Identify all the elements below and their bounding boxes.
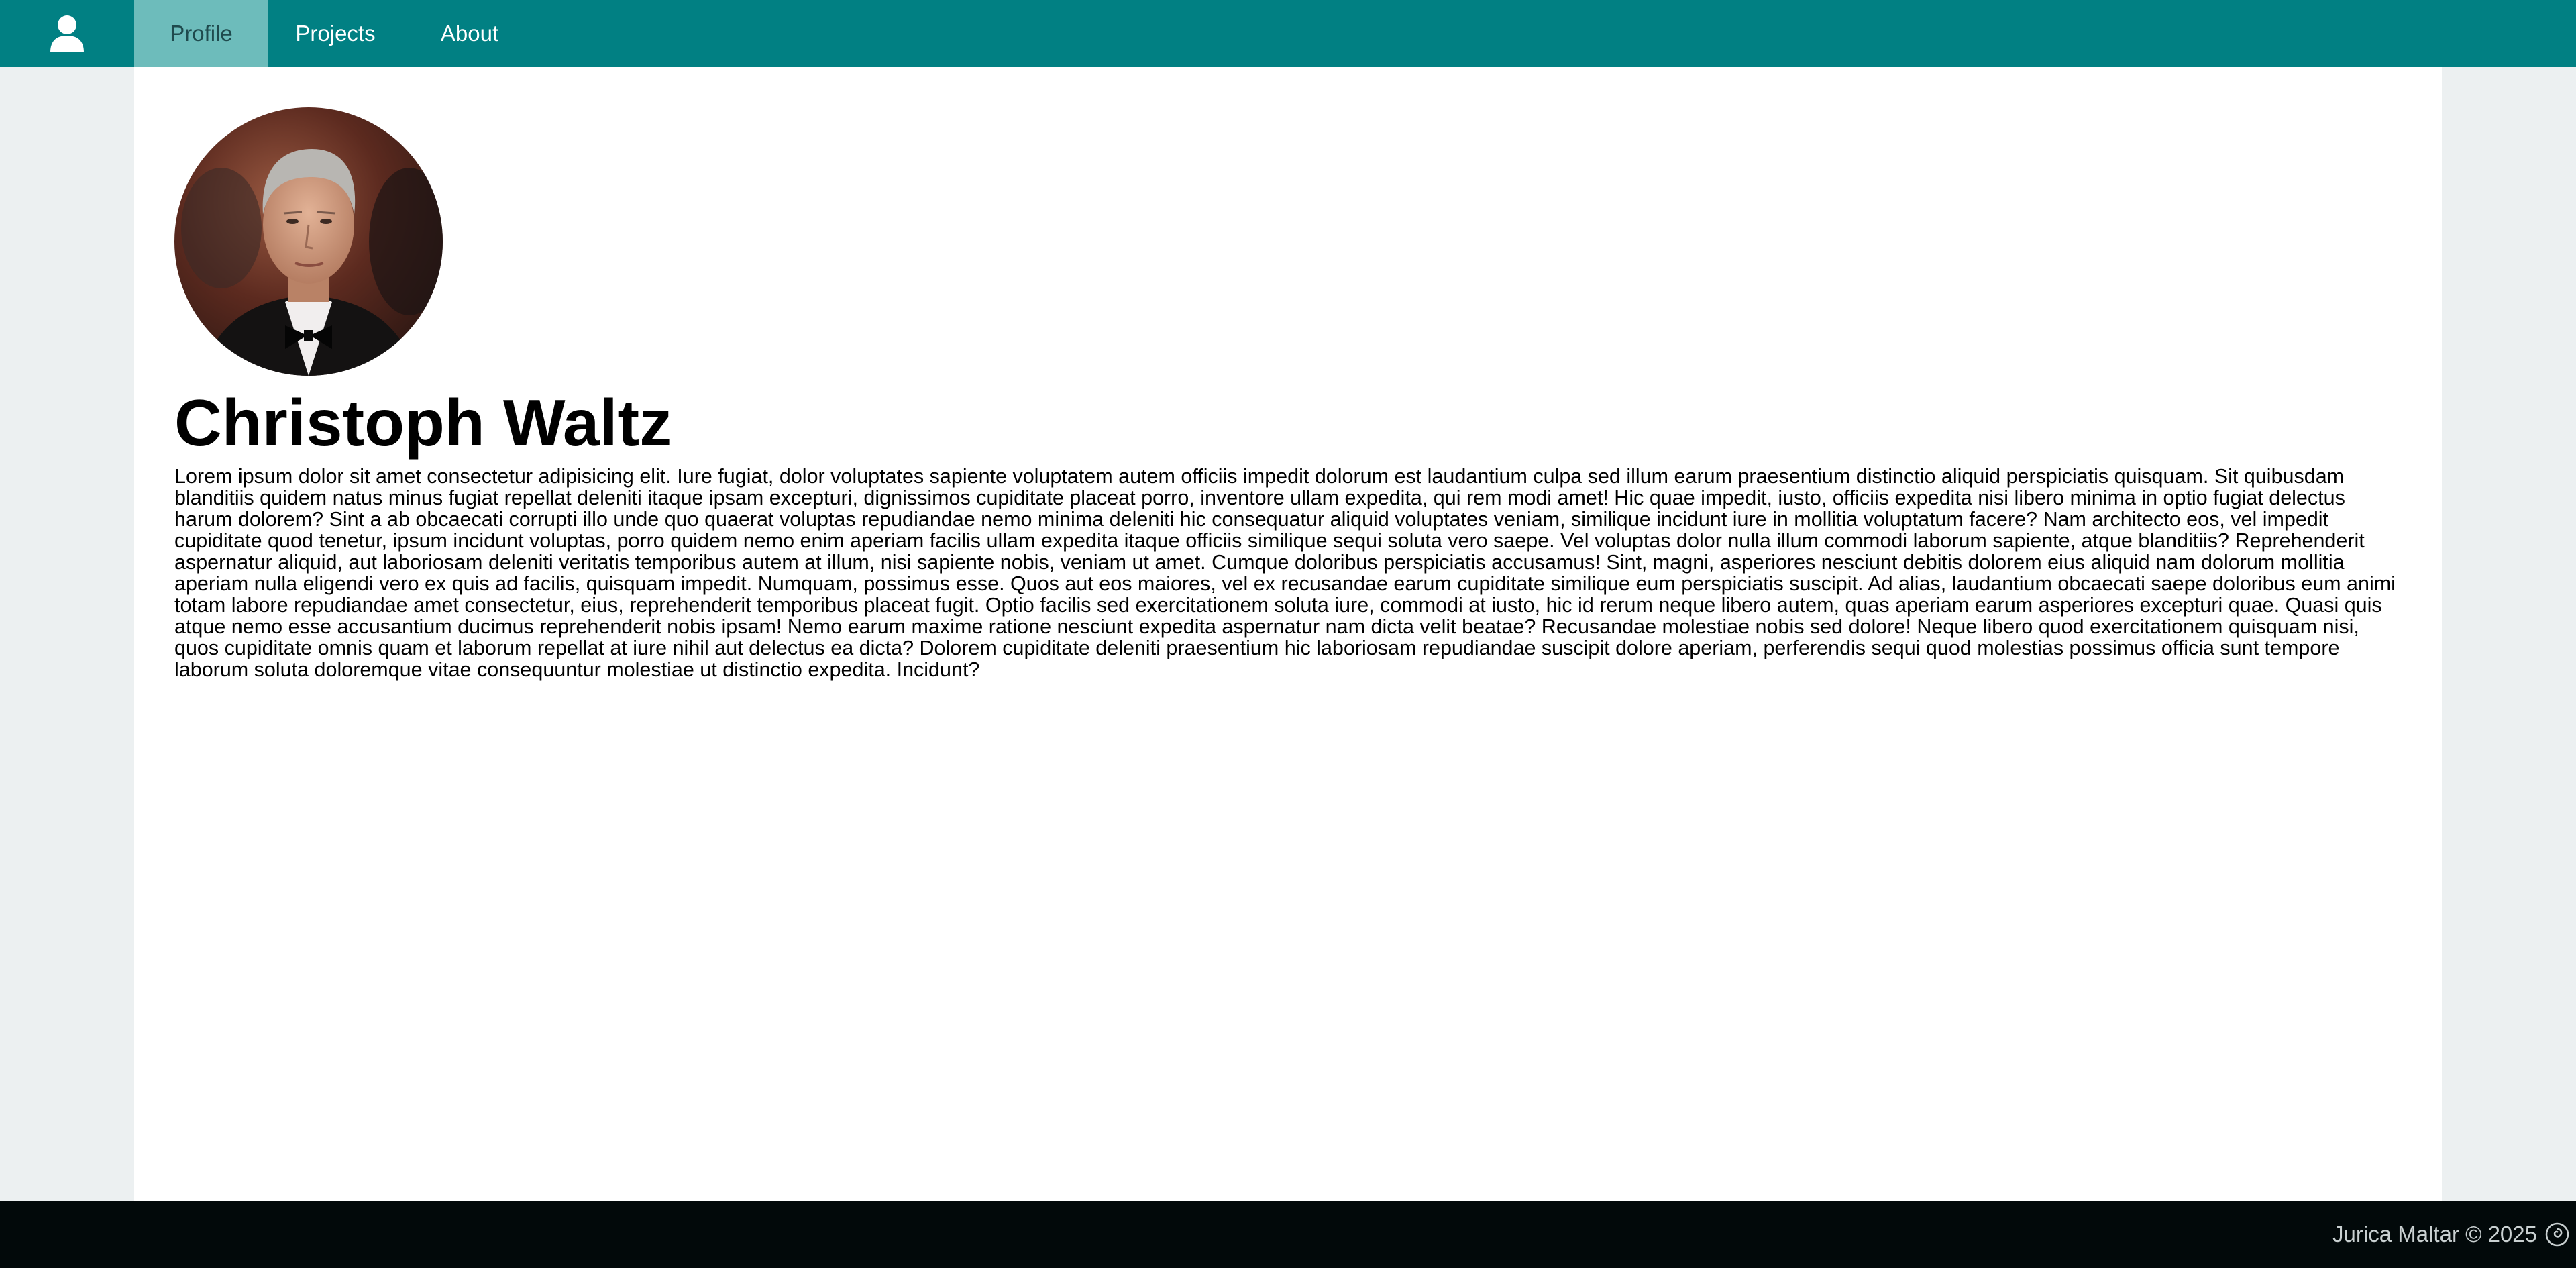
tab-profile[interactable]: Profile bbox=[134, 0, 268, 67]
spiral-icon[interactable] bbox=[2545, 1222, 2569, 1247]
tab-about[interactable]: About bbox=[402, 0, 537, 67]
main-content: Christoph Waltz Lorem ipsum dolor sit am… bbox=[134, 67, 2442, 1201]
profile-photo bbox=[174, 107, 443, 376]
profile-name: Christoph Waltz bbox=[174, 386, 673, 460]
profile-bio: Lorem ipsum dolor sit amet consectetur a… bbox=[174, 465, 2396, 681]
tab-projects[interactable]: Projects bbox=[268, 0, 402, 67]
footer-copyright: Jurica Maltar © 2025 bbox=[2332, 1222, 2537, 1247]
footer: Jurica Maltar © 2025 bbox=[0, 1201, 2576, 1268]
user-icon bbox=[50, 15, 84, 52]
home-button[interactable] bbox=[0, 0, 134, 67]
top-navbar: Profile Projects About bbox=[0, 0, 2576, 67]
